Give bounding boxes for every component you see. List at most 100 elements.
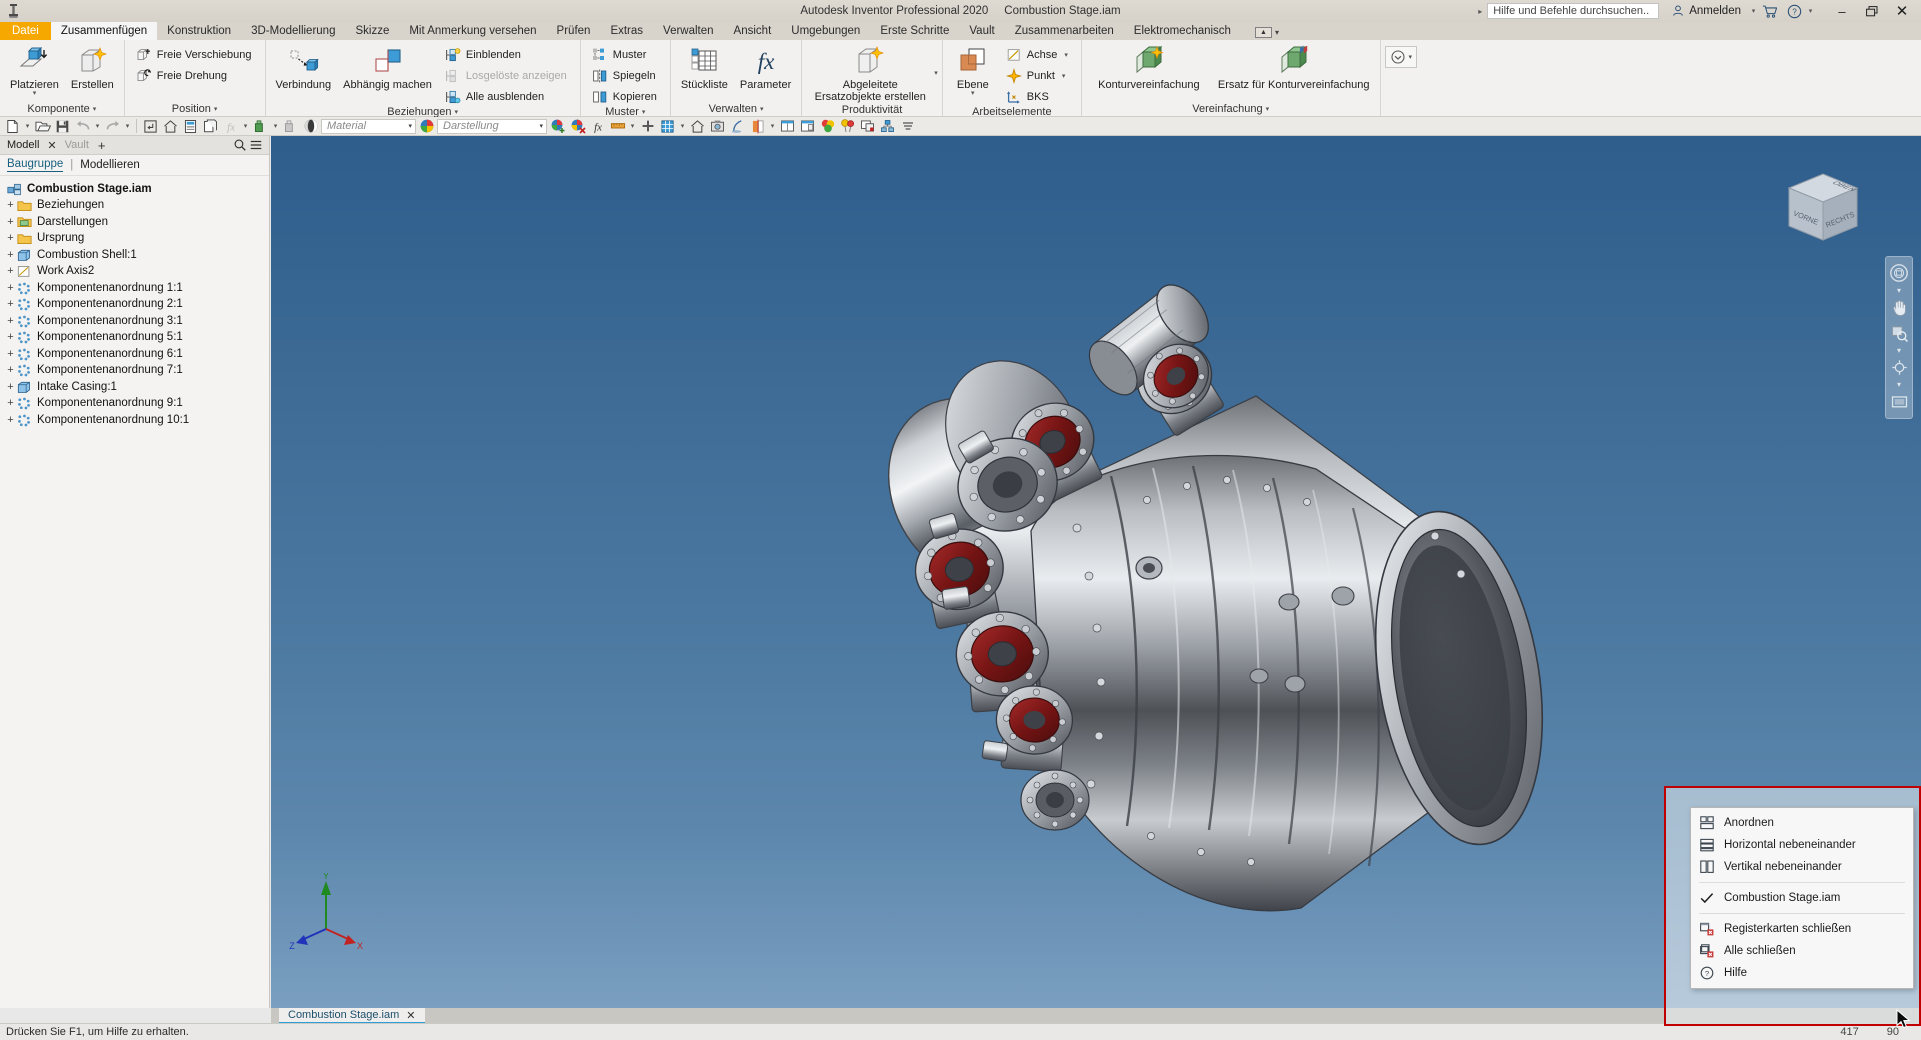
expand-icon[interactable]: + bbox=[4, 397, 17, 410]
tree-item-komponentenanordnung-9[interactable]: + Komponentenanordnung 9:1 bbox=[4, 396, 269, 413]
ribbon-tab-mit-anmerkung-versehen[interactable]: Mit Anmerkung versehen bbox=[399, 22, 546, 40]
chevron-down-icon[interactable]: ▾ bbox=[539, 122, 543, 130]
tree-item-ursprung[interactable]: + Ursprung bbox=[4, 231, 269, 248]
tree-item-komponentenanordnung-6[interactable]: + Komponentenanordnung 6:1 bbox=[4, 346, 269, 363]
panel-title-komponente[interactable]: Komponente ▾ bbox=[2, 101, 122, 116]
new-icon[interactable] bbox=[3, 117, 22, 136]
expand-icon[interactable]: + bbox=[4, 414, 17, 427]
convert-icon[interactable] bbox=[1390, 49, 1406, 65]
browser-tab-vault[interactable]: Vault bbox=[62, 139, 92, 151]
undo-caret-icon[interactable]: ▾ bbox=[93, 117, 102, 136]
ribbon-tab-datei[interactable]: Datei bbox=[0, 22, 51, 40]
expand-icon[interactable]: + bbox=[4, 364, 17, 377]
help-caret-icon[interactable]: ▾ bbox=[1806, 7, 1815, 15]
erstellen-button[interactable]: Erstellen bbox=[65, 43, 120, 91]
chevron-down-icon[interactable]: ▾ bbox=[408, 122, 412, 130]
orbit-icon[interactable] bbox=[1886, 354, 1912, 380]
appearance-clear-icon[interactable] bbox=[568, 117, 587, 136]
cart-icon[interactable] bbox=[1758, 0, 1782, 22]
navigation-bar[interactable]: ▾ ▾ ▾ bbox=[1885, 256, 1913, 419]
ribbon-tab-vault[interactable]: Vault bbox=[959, 22, 1004, 40]
tree-item-combustion-shell[interactable]: + Combustion Shell:1 bbox=[4, 247, 269, 264]
open-icon[interactable] bbox=[33, 117, 52, 136]
konturvereinfachung-button[interactable]: Konturvereinfachung bbox=[1086, 43, 1212, 91]
ribbon-tab-pruefen[interactable]: Prüfen bbox=[547, 22, 601, 40]
fx-caret-icon[interactable]: ▾ bbox=[241, 117, 250, 136]
chevron-down-icon[interactable]: ▾ bbox=[971, 90, 975, 97]
chevron-down-icon[interactable]: ▾ bbox=[93, 105, 97, 113]
zoom-icon[interactable] bbox=[1886, 320, 1912, 346]
redo-icon[interactable] bbox=[103, 117, 122, 136]
expand-icon[interactable]: + bbox=[4, 199, 17, 212]
new-caret-icon[interactable]: ▾ bbox=[23, 117, 32, 136]
expand-icon[interactable]: + bbox=[4, 331, 17, 344]
help-search-group[interactable]: ▸ Hilfe und Befehle durchsuchen.. bbox=[1478, 3, 1660, 19]
document-tab-context-menu[interactable]: Anordnen Horizontal nebeneinander Vertik… bbox=[1690, 807, 1914, 989]
help-circle-icon[interactable]: ? bbox=[1782, 0, 1806, 22]
restore-button[interactable] bbox=[1857, 0, 1887, 22]
achse-button[interactable]: Achse ▾ bbox=[1003, 45, 1073, 64]
appearance-select[interactable]: Darstellung ▾ bbox=[437, 118, 547, 134]
halfsection-icon[interactable] bbox=[748, 117, 767, 136]
context-menu-item-horizontal-nebeneinander[interactable]: Horizontal nebeneinander bbox=[1691, 834, 1913, 856]
chevron-down-icon[interactable]: ▾ bbox=[455, 108, 459, 116]
camera-icon[interactable] bbox=[708, 117, 727, 136]
material-sphere-icon[interactable] bbox=[301, 117, 320, 136]
ribbon-collapse-icon[interactable]: ▲ ▾ bbox=[1254, 27, 1279, 40]
ribbon-tab-zusammenarbeiten[interactable]: Zusammenarbeiten bbox=[1005, 22, 1124, 40]
tree-item-intake-casing[interactable]: + Intake Casing:1 bbox=[4, 379, 269, 396]
material-select[interactable]: Material ▾ bbox=[321, 118, 416, 134]
measure-icon[interactable] bbox=[608, 117, 627, 136]
ribbon-tab-konstruktion[interactable]: Konstruktion bbox=[157, 22, 241, 40]
balloon-icon[interactable] bbox=[838, 117, 857, 136]
stueckliste-button[interactable]: Stückliste bbox=[675, 43, 734, 91]
chevron-down-icon[interactable]: ▾ bbox=[1064, 51, 1068, 59]
expand-icon[interactable]: + bbox=[4, 249, 17, 262]
context-menu-item-registerkarten-schliessen[interactable]: Registerkarten schließen bbox=[1691, 918, 1913, 940]
context-menu-item-anordnen[interactable]: Anordnen bbox=[1691, 812, 1913, 834]
minimize-button[interactable]: – bbox=[1827, 0, 1857, 22]
expand-icon[interactable]: + bbox=[4, 315, 17, 328]
platzieren-button[interactable]: Platzieren ▾ bbox=[4, 43, 65, 97]
colors-icon[interactable] bbox=[818, 117, 837, 136]
tree-item-komponentenanordnung-2[interactable]: + Komponentenanordnung 2:1 bbox=[4, 297, 269, 314]
bks-button[interactable]: BKS bbox=[1003, 87, 1073, 106]
material-caret-icon[interactable]: ▾ bbox=[271, 117, 280, 136]
t ree-item-komponentenanordnung-10[interactable]: + Komponentenanordnung 10:1 bbox=[4, 412, 269, 429]
grid-icon[interactable] bbox=[658, 117, 677, 136]
kopieren-button[interactable]: Kopieren bbox=[589, 87, 662, 106]
context-menu-item-combustion-stage[interactable]: Combustion Stage.iam bbox=[1691, 887, 1913, 909]
expand-icon[interactable]: + bbox=[4, 265, 17, 278]
expand-icon[interactable]: + bbox=[4, 232, 17, 245]
tree-item-work-axis2[interactable]: + Work Axis2 bbox=[4, 264, 269, 281]
component-icon[interactable] bbox=[878, 117, 897, 136]
tree-item-beziehungen[interactable]: + Beziehungen bbox=[4, 198, 269, 215]
fx-icon-2[interactable]: fx bbox=[588, 117, 607, 136]
chevron-down-icon[interactable]: ▾ bbox=[1409, 53, 1413, 61]
panel-title-verwalten[interactable]: Verwalten ▾ bbox=[673, 101, 799, 116]
return-icon[interactable] bbox=[141, 117, 160, 136]
context-menu-item-alle-schliessen[interactable]: Alle schließen bbox=[1691, 940, 1913, 962]
punkt-button[interactable]: Punkt ▾ bbox=[1003, 66, 1073, 85]
tree-item-combustion-stage[interactable]: Combustion Stage.iam bbox=[4, 181, 269, 198]
ribbon-tab-verwalten[interactable]: Verwalten bbox=[653, 22, 724, 40]
chevron-down-icon[interactable]: ▾ bbox=[1266, 105, 1270, 113]
context-menu-item-vertikal-nebeneinander[interactable]: Vertikal nebeneinander bbox=[1691, 856, 1913, 878]
appearance-add-icon[interactable] bbox=[548, 117, 567, 136]
material-browser-icon[interactable] bbox=[251, 117, 270, 136]
halfsection-caret-icon[interactable]: ▾ bbox=[768, 117, 777, 136]
abgeleitete-ersatzobjekte-button[interactable]: Abgeleitete Ersatzobjekte erstellen bbox=[806, 43, 934, 103]
home-icon[interactable] bbox=[161, 117, 180, 136]
ribbon-tab-umgebungen[interactable]: Umgebungen bbox=[781, 22, 870, 40]
browser-tab-modell[interactable]: Modell bbox=[4, 139, 42, 151]
pan-hand-icon[interactable] bbox=[1886, 294, 1912, 320]
tree-item-komponentenanordnung-3[interactable]: + Komponentenanordnung 3:1 bbox=[4, 313, 269, 330]
browser-mode-baugruppe[interactable]: Baugruppe bbox=[7, 158, 64, 172]
close-button[interactable]: ✕ bbox=[1887, 0, 1917, 22]
tile-window-icon[interactable] bbox=[778, 117, 797, 136]
chevron-down-icon[interactable]: ▾ bbox=[1062, 72, 1066, 80]
losgeloeste-anzeigen-button[interactable]: Losgelöste anzeigen bbox=[442, 66, 572, 85]
freie-drehung-button[interactable]: Freie Drehung bbox=[133, 66, 257, 85]
home-view-icon[interactable] bbox=[688, 117, 707, 136]
help-search-input[interactable]: Hilfe und Befehle durchsuchen.. bbox=[1487, 3, 1660, 19]
